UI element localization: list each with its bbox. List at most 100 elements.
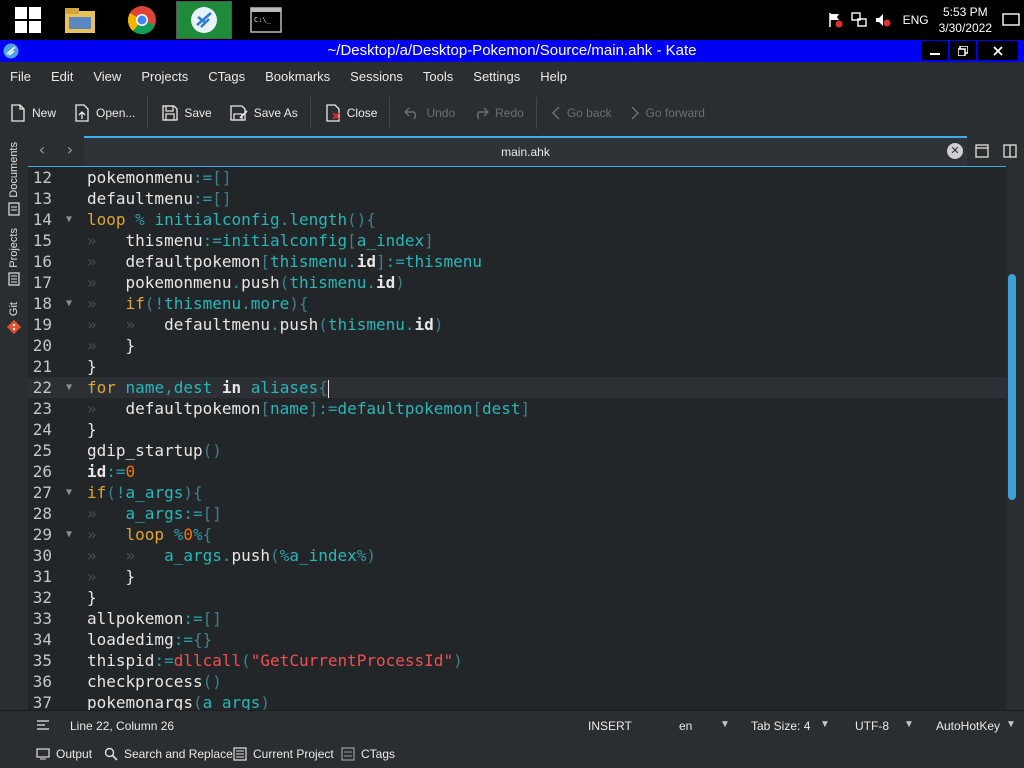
menu-view[interactable]: View — [83, 69, 131, 84]
code-line[interactable]: 29 ▼» loop %0%{ — [28, 524, 1006, 545]
dictionary-select[interactable]: en — [679, 719, 692, 733]
network-icon[interactable] — [850, 11, 868, 29]
code-token: thispid — [87, 651, 155, 670]
fold-marker-icon[interactable]: ▼ — [66, 293, 72, 314]
save-as-button[interactable]: Save As — [220, 90, 306, 136]
code-line[interactable]: 35 thispid:=dllcall("GetCurrentProcessId"… — [28, 650, 1006, 671]
notifications-icon[interactable] — [1002, 12, 1020, 28]
menu-tools[interactable]: Tools — [413, 69, 463, 84]
undo-button[interactable]: Undo — [394, 90, 463, 136]
window-titlebar[interactable]: ~/Desktop/a/Desktop-Pokemon/Source/main.… — [0, 40, 1024, 62]
code-token: ( — [192, 693, 203, 710]
new-button[interactable]: New — [0, 90, 64, 136]
code-token: a_args — [202, 693, 261, 710]
code-line[interactable]: 27 ▼ if(!a_args){ — [28, 482, 1006, 503]
code-line[interactable]: 24} — [28, 419, 1006, 440]
sidebar-tab-git[interactable]: Git — [0, 302, 28, 335]
fold-marker-icon[interactable]: ▼ — [66, 524, 72, 545]
code-line[interactable]: 19» » defaultmenu.push(thismenu.id) — [28, 314, 1006, 335]
code-line[interactable]: 31 » } — [28, 566, 1006, 587]
save-button[interactable]: Save — [152, 90, 219, 136]
code-line[interactable]: 12 pokemonmenu:=[] — [28, 167, 1006, 188]
menu-sessions[interactable]: Sessions — [340, 69, 413, 84]
split-view-icon[interactable] — [1002, 143, 1018, 159]
redo-button[interactable]: Redo — [463, 90, 532, 136]
code-line[interactable]: 36 checkprocess() — [28, 671, 1006, 692]
toolview-ctags[interactable]: CTags — [341, 747, 395, 761]
code-line[interactable]: 18 ▼ » if(!thismenu.more){ — [28, 293, 1006, 314]
toolview-search-replace[interactable]: Search and Replace — [104, 747, 233, 761]
code-line[interactable]: 26 id:=0 — [28, 461, 1006, 482]
menu-settings[interactable]: Settings — [463, 69, 530, 84]
windows-start-icon[interactable] — [0, 1, 56, 39]
code-line[interactable]: 21} — [28, 356, 1006, 377]
chrome-icon[interactable] — [114, 1, 170, 39]
chevron-down-icon[interactable]: ▼ — [1006, 719, 1016, 730]
minimize-button[interactable] — [922, 41, 948, 60]
code-line[interactable]: 34 loadedimg:={} — [28, 629, 1006, 650]
language-indicator[interactable]: ENG — [903, 13, 929, 27]
menu-help[interactable]: Help — [530, 69, 577, 84]
input-mode[interactable]: INSERT — [588, 719, 632, 733]
tab-next-chevron-icon[interactable]: › — [62, 142, 78, 158]
command-prompt-icon[interactable]: C:\_ — [238, 1, 294, 39]
close-button[interactable]: Close — [315, 90, 386, 136]
go-forward-button[interactable]: Go forward — [620, 90, 713, 136]
toolview-output[interactable]: Output — [36, 747, 92, 761]
code-line[interactable]: 22 ▼ for name,dest in aliases{ — [28, 377, 1006, 398]
syntax-mode-select[interactable]: AutoHotKey — [936, 719, 1000, 733]
code-line[interactable]: 23» defaultpokemon[name]:=defaultpokemon… — [28, 398, 1006, 419]
scrollbar-thumb[interactable] — [1008, 274, 1016, 500]
line-number: 22 — [32, 378, 52, 397]
code-line[interactable]: 28 » a_args:=[] — [28, 503, 1006, 524]
line-number: 19 — [32, 315, 52, 334]
file-explorer-icon[interactable] — [52, 1, 108, 39]
toolview-current-project[interactable]: Current Project — [233, 747, 334, 761]
menu-projects[interactable]: Projects — [131, 69, 198, 84]
chevron-down-icon[interactable]: ▼ — [720, 719, 730, 730]
code-line[interactable]: 16» defaultpokemon[thismenu.id]:=thismen… — [28, 251, 1006, 272]
code-line[interactable]: 37 pokemonargs(a_args) — [28, 692, 1006, 710]
cursor-position[interactable]: Line 22, Column 26 — [70, 719, 174, 733]
menu-bookmarks[interactable]: Bookmarks — [255, 69, 340, 84]
quick-open-icon[interactable] — [974, 143, 990, 159]
code-token: » — [87, 567, 126, 586]
chevron-down-icon[interactable]: ▼ — [904, 719, 914, 730]
code-line[interactable]: 20 » } — [28, 335, 1006, 356]
close-window-button[interactable] — [978, 41, 1018, 60]
open-button[interactable]: Open... — [64, 90, 143, 136]
sidebar-tab-documents[interactable]: Documents — [0, 142, 28, 216]
code-line[interactable]: 14 ▼ loop % initialconfig.length(){ — [28, 209, 1006, 230]
kdevelop-app-icon[interactable] — [176, 1, 232, 39]
code-token: . — [241, 294, 251, 313]
sidebar-toggle-icon[interactable] — [36, 719, 50, 731]
code-line[interactable]: 33 allpokemon:=[] — [28, 608, 1006, 629]
menu-edit[interactable]: Edit — [41, 69, 83, 84]
code-line[interactable]: 15 » thismenu:=initialconfig[a_index] — [28, 230, 1006, 251]
tab-prev-chevron-icon[interactable]: ‹ — [34, 142, 50, 158]
code-editor[interactable]: 12 pokemonmenu:=[] 13 defaultmenu:=[] 14 ▼ loo… — [28, 166, 1006, 710]
menu-file[interactable]: File — [0, 69, 41, 84]
code-line[interactable]: 17» pokemonmenu.push(thismenu.id) — [28, 272, 1006, 293]
volume-muted-icon[interactable] — [874, 11, 892, 29]
code-line[interactable]: 32} — [28, 587, 1006, 608]
code-line[interactable]: 13 defaultmenu:=[] — [28, 188, 1006, 209]
chevron-down-icon[interactable]: ▼ — [820, 719, 830, 730]
sidebar-tab-projects[interactable]: Projects — [0, 228, 28, 286]
fold-marker-icon[interactable]: ▼ — [66, 482, 72, 503]
tab-main-ahk[interactable]: main.ahk ✕ — [84, 136, 967, 166]
encoding-select[interactable]: UTF-8 — [855, 719, 889, 733]
tab-size-select[interactable]: Tab Size: 4 — [751, 719, 810, 733]
clock[interactable]: 5:53 PM 3/30/2022 — [939, 4, 992, 36]
code-line[interactable]: 25 gdip_startup() — [28, 440, 1006, 461]
code-token: checkprocess — [87, 672, 203, 691]
code-line[interactable]: 30 » » a_args.push(%a_index%) — [28, 545, 1006, 566]
menu-ctags[interactable]: CTags — [198, 69, 255, 84]
editor-vertical-scrollbar[interactable] — [1006, 166, 1024, 710]
go-back-button[interactable]: Go back — [541, 90, 620, 136]
fold-marker-icon[interactable]: ▼ — [66, 377, 72, 398]
maximize-button[interactable] — [950, 41, 976, 60]
fold-marker-icon[interactable]: ▼ — [66, 209, 72, 230]
flag-icon[interactable] — [826, 11, 844, 29]
tab-close-icon[interactable]: ✕ — [947, 143, 963, 159]
